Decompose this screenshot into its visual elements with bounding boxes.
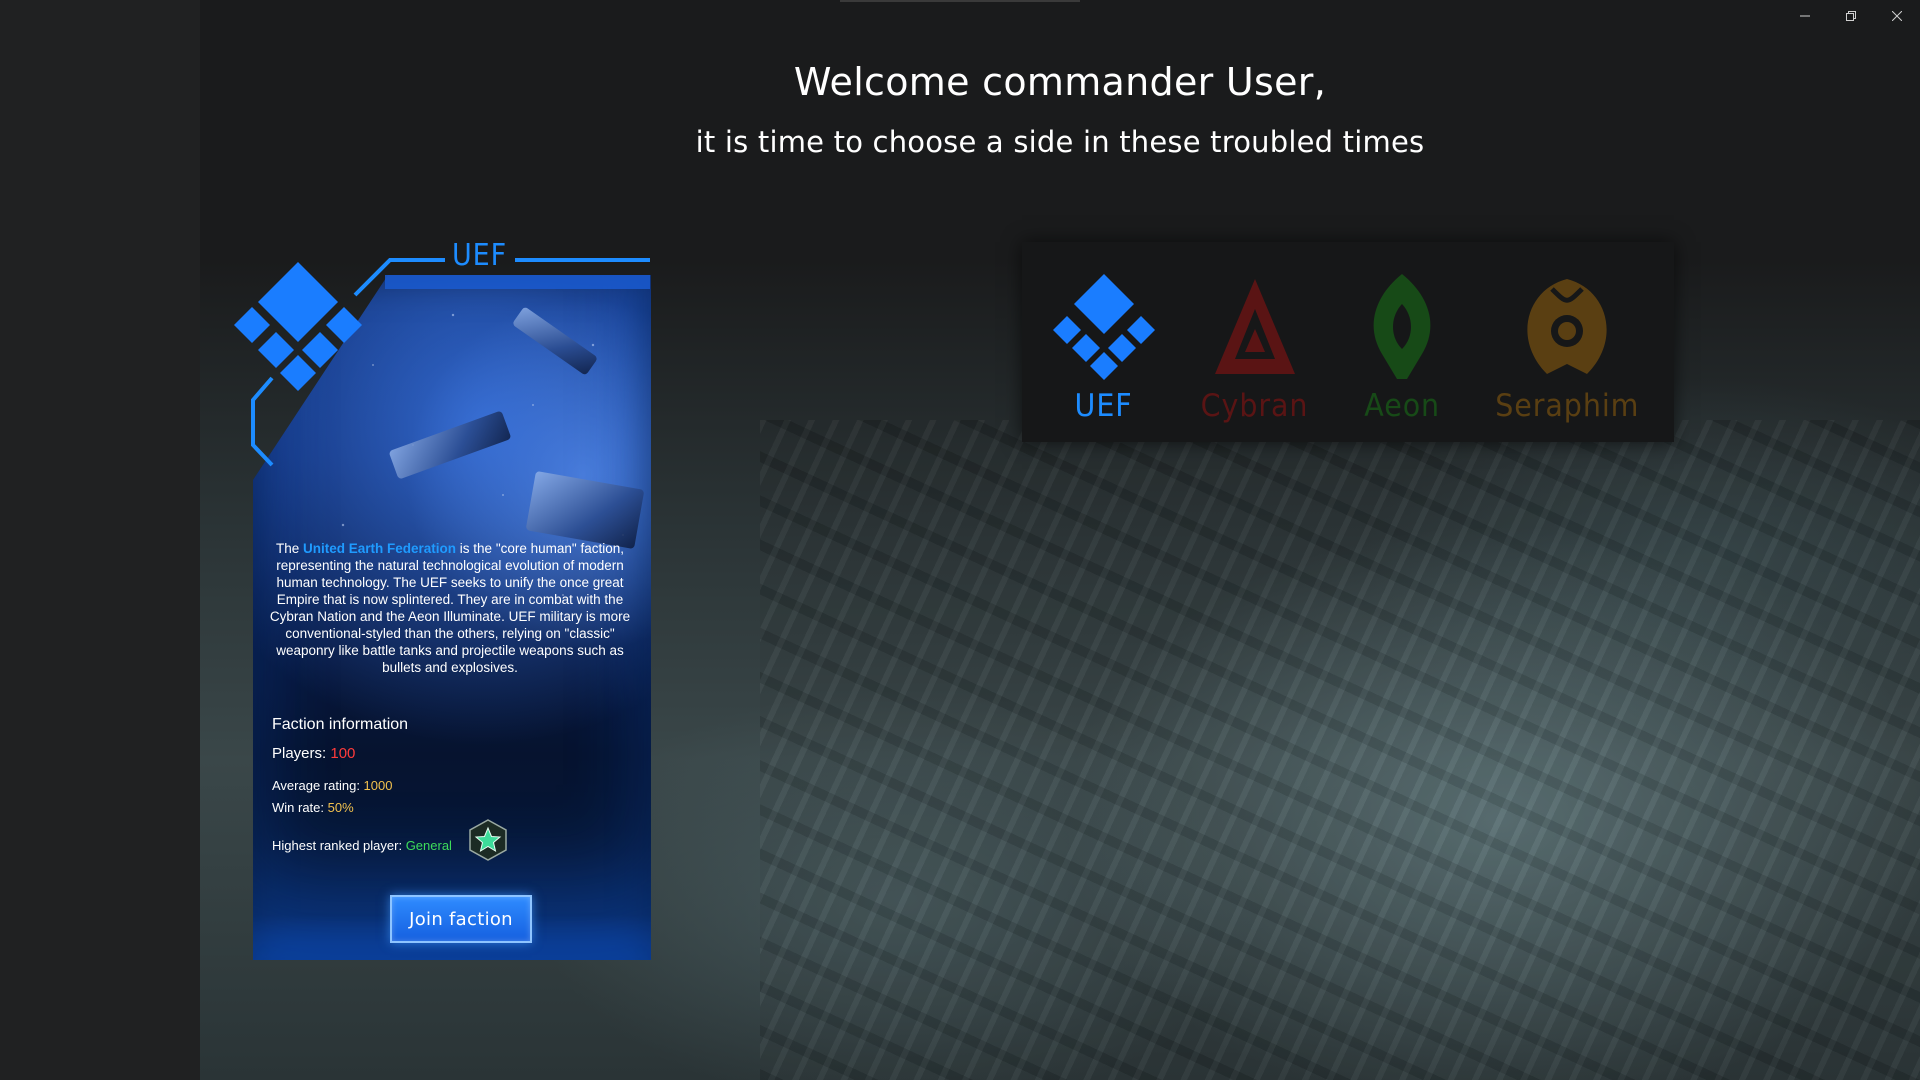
restore-button[interactable] bbox=[1828, 0, 1874, 32]
titlebar-drag-indicator bbox=[840, 0, 1080, 2]
desc-prefix: The bbox=[276, 541, 304, 556]
left-strip bbox=[0, 0, 200, 1080]
faction-option-cybran[interactable]: Cybran bbox=[1185, 254, 1325, 434]
uef-emblem-icon bbox=[1044, 254, 1164, 384]
winrate-value: 50% bbox=[327, 800, 354, 815]
close-button[interactable] bbox=[1874, 0, 1920, 32]
faction-option-uef[interactable]: UEF bbox=[1044, 254, 1164, 434]
faction-option-seraphim[interactable]: Seraphim bbox=[1477, 254, 1657, 434]
faction-selector: UEF Cybran Aeon Seraphim bbox=[1022, 242, 1674, 442]
faction-label-seraphim: Seraphim bbox=[1494, 388, 1640, 424]
faction-label-uef: UEF bbox=[1074, 388, 1134, 424]
faction-info-heading: Faction information bbox=[272, 716, 409, 733]
welcome-subtitle: it is time to choose a side in these tro… bbox=[695, 125, 1425, 159]
minimize-button[interactable] bbox=[1782, 0, 1828, 32]
general-rank-icon bbox=[466, 818, 510, 862]
players-label: Players: bbox=[272, 745, 331, 762]
restore-icon bbox=[1846, 11, 1856, 21]
card-faction-title: UEF bbox=[452, 238, 508, 273]
rating-label: Average rating: bbox=[272, 778, 364, 793]
players-stat: Players: 100 bbox=[272, 745, 632, 762]
faction-label-cybran: Cybran bbox=[1201, 388, 1309, 424]
faction-option-aeon[interactable]: Aeon bbox=[1342, 254, 1462, 434]
cybran-emblem-icon bbox=[1195, 254, 1315, 384]
winrate-stat: Win rate: 50% bbox=[272, 800, 632, 815]
minimize-icon bbox=[1800, 15, 1810, 17]
winrate-label: Win rate: bbox=[272, 800, 328, 815]
window-controls bbox=[1782, 0, 1920, 32]
highest-label: Highest ranked player: bbox=[272, 837, 406, 853]
join-faction-button[interactable]: Join faction bbox=[390, 895, 532, 943]
desc-body: is the "core human" faction, representin… bbox=[269, 541, 631, 675]
highest-value: General bbox=[405, 837, 452, 853]
faction-description: The United Earth Federation is the "core… bbox=[260, 540, 640, 676]
aeon-emblem-icon bbox=[1342, 254, 1462, 384]
rating-value: 1000 bbox=[363, 778, 393, 793]
close-icon bbox=[1892, 11, 1902, 21]
city-backdrop bbox=[760, 420, 1920, 1080]
welcome-title: Welcome commander User, bbox=[793, 60, 1327, 104]
seraphim-emblem-icon bbox=[1507, 254, 1627, 384]
faction-card: UEF The United Earth Federation is the "… bbox=[230, 238, 651, 960]
uef-emblem-icon bbox=[234, 262, 362, 391]
rating-stat: Average rating: 1000 bbox=[272, 778, 632, 793]
faction-fullname: United Earth Federation bbox=[303, 541, 457, 556]
faction-label-aeon: Aeon bbox=[1364, 388, 1440, 424]
players-value: 100 bbox=[330, 745, 356, 762]
highest-ranked-stat: Highest ranked player: General bbox=[272, 819, 632, 862]
